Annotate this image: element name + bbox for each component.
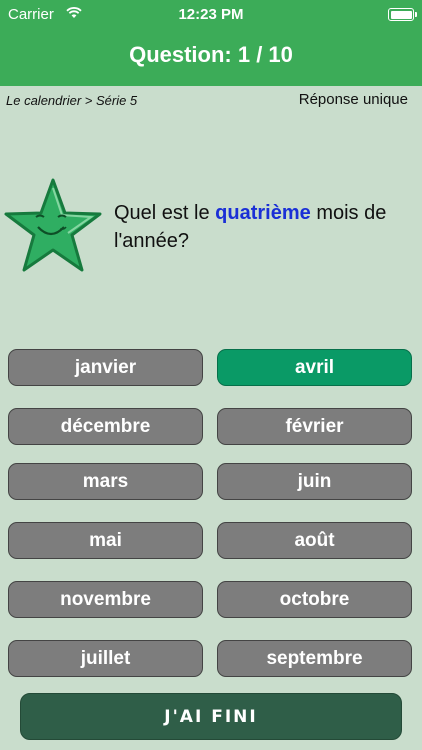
question-prefix: Quel est le: [114, 202, 216, 224]
answer-button-mai[interactable]: mai: [8, 522, 203, 559]
answer-button-mars[interactable]: mars: [8, 463, 203, 500]
answer-button-janvier[interactable]: janvier: [8, 349, 203, 386]
page-title: Question: 1 / 10: [129, 42, 293, 67]
answer-button-juillet[interactable]: juillet: [8, 640, 203, 677]
header-bar: Carrier 12:23 PM Question: 1 / 10: [0, 0, 422, 86]
battery-icon: [388, 8, 417, 21]
clock: 12:23 PM: [178, 6, 244, 23]
star-mascot-icon: [4, 178, 102, 272]
answer-button-avril[interactable]: avril: [217, 349, 412, 386]
answer-button-septembre[interactable]: septembre: [217, 640, 412, 677]
answer-mode-label: Réponse unique: [298, 91, 408, 108]
status-bar: Carrier 12:23 PM: [0, 0, 422, 30]
answer-button-octobre[interactable]: octobre: [217, 581, 412, 618]
answer-button-fevrier[interactable]: février: [217, 408, 412, 445]
question-keyword: quatrième: [215, 202, 311, 224]
breadcrumb: Le calendrier > Série 5: [6, 93, 138, 108]
answer-button-decembre[interactable]: décembre: [8, 408, 203, 445]
question-text: Quel est le quatrième mois de l'année?: [114, 199, 414, 255]
answer-button-juin[interactable]: juin: [217, 463, 412, 500]
finish-button[interactable]: J'AI FINI: [20, 693, 402, 740]
answer-button-aout[interactable]: août: [217, 522, 412, 559]
answer-button-novembre[interactable]: novembre: [8, 581, 203, 618]
